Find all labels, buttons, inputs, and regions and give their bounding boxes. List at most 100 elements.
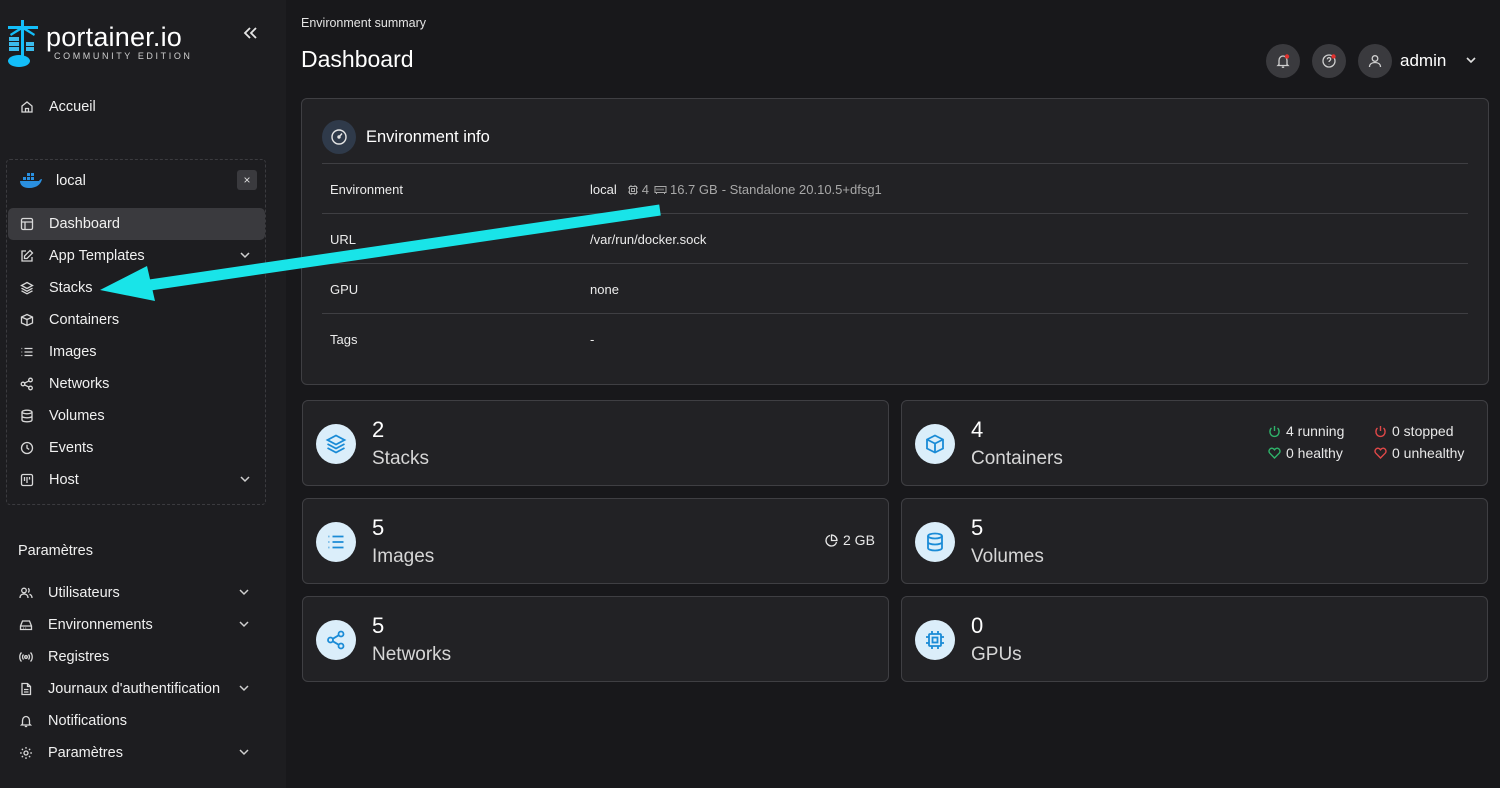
host-icon (20, 473, 34, 487)
sidebar-item-label: App Templates (49, 248, 145, 264)
brand-subtitle: COMMUNITY EDITION (54, 51, 193, 61)
chevron-down-icon[interactable] (238, 746, 250, 762)
cpu-icon (627, 184, 638, 195)
sidebar-item-notifications[interactable]: Notifications (7, 705, 264, 737)
sidebar-item-containers[interactable]: Containers (8, 304, 265, 336)
memory-icon (654, 185, 667, 194)
environment-name: local (56, 173, 86, 189)
settings-section-title: Paramètres (18, 543, 93, 559)
images-label: Images (372, 546, 435, 567)
sidebar-item-volumes[interactable]: Volumes (8, 400, 265, 432)
images-count: 5 (372, 515, 385, 540)
chevron-down-icon[interactable] (238, 586, 250, 602)
help-button[interactable] (1312, 44, 1346, 78)
user-avatar[interactable] (1358, 44, 1392, 78)
chevron-down-icon[interactable] (239, 249, 251, 265)
chevron-down-icon[interactable] (238, 618, 250, 634)
networks-card[interactable]: 5 Networks (302, 596, 889, 682)
sidebar-item-events[interactable]: Events (8, 432, 265, 464)
unhealthy-status: 0 unhealthy (1374, 445, 1464, 461)
sidebar-item-settings[interactable]: Paramètres (7, 737, 264, 769)
users-icon (19, 586, 33, 600)
share-icon (316, 620, 356, 660)
heart-icon (1268, 447, 1281, 459)
power-icon (1269, 425, 1280, 437)
user-icon (1368, 55, 1382, 68)
pie-chart-icon (825, 533, 838, 547)
list-icon (316, 522, 356, 562)
sidebar-item-networks[interactable]: Networks (8, 368, 265, 400)
info-row-gpu: GPU none (322, 263, 1468, 313)
gear-icon (19, 746, 33, 760)
images-card[interactable]: 5 Images 2 GB (302, 498, 889, 584)
hdd-icon (19, 618, 33, 632)
gauge-icon (322, 120, 356, 154)
sidebar-item-stacks[interactable]: Stacks (8, 272, 265, 304)
environment-header: local (19, 172, 86, 190)
volumes-card[interactable]: 5 Volumes (901, 498, 1488, 584)
stacks-count: 2 (372, 417, 385, 442)
sidebar-item-label: Accueil (49, 99, 96, 115)
layers-icon (316, 424, 356, 464)
environment-value: local (590, 182, 617, 197)
sidebar-item-label: Utilisateurs (48, 585, 120, 601)
sidebar-item-images[interactable]: Images (8, 336, 265, 368)
sidebar-item-users[interactable]: Utilisateurs (7, 577, 264, 609)
sidebar-item-dashboard[interactable]: Dashboard (8, 208, 265, 240)
edit-icon (20, 249, 34, 263)
running-status: 4 running (1268, 423, 1344, 439)
info-row-environment: Environment local 4 16.7 GB - Standalone… (322, 163, 1468, 213)
memory-size: 16.7 GB (669, 182, 718, 197)
stacks-card[interactable]: 2 Stacks (302, 400, 889, 486)
info-key: Tags (330, 332, 358, 347)
breadcrumb: Environment summary (301, 16, 427, 30)
unhealthy-count: 0 unhealthy (1392, 445, 1465, 461)
sidebar-item-app-templates[interactable]: App Templates (8, 240, 265, 272)
database-icon (20, 409, 34, 423)
list-icon (20, 345, 34, 359)
heart-icon (1374, 447, 1387, 459)
chevron-down-icon[interactable] (239, 473, 251, 489)
chevrons-left-icon (243, 27, 257, 39)
sidebar-item-label: Dashboard (49, 216, 120, 232)
info-key: URL (330, 232, 357, 247)
share-icon (20, 377, 34, 391)
chevron-down-icon[interactable] (238, 682, 250, 698)
sidebar-item-home[interactable]: Accueil (8, 91, 265, 123)
containers-card[interactable]: 4 Containers 4 running 0 stopped 0 healt… (901, 400, 1488, 486)
page-title: Dashboard (301, 46, 414, 72)
info-value: local 4 16.7 GB - Standalone 20.10.5+dfs… (590, 182, 882, 197)
stopped-status: 0 stopped (1374, 423, 1454, 439)
power-icon (1375, 425, 1386, 437)
environment-info-card: Environment info Environment local 4 16.… (301, 98, 1489, 385)
gpus-card[interactable]: 0 GPUs (901, 596, 1488, 682)
sidebar-item-label: Journaux d'authentification (48, 681, 221, 697)
sidebar-item-label: Events (49, 440, 94, 456)
sidebar-item-registries[interactable]: Registres (7, 641, 264, 673)
box-icon (915, 424, 955, 464)
sidebar-item-environments[interactable]: Environnements (7, 609, 264, 641)
running-count: 4 running (1286, 423, 1345, 439)
gpus-count: 0 (971, 613, 984, 638)
healthy-count: 0 healthy (1286, 445, 1343, 461)
notifications-button[interactable] (1266, 44, 1300, 78)
images-size: 2 GB (825, 532, 875, 548)
sidebar: portainer.io COMMUNITY EDITION Accueil l… (0, 0, 286, 788)
sidebar-item-label: Registres (48, 649, 110, 665)
sidebar-item-auth-logs[interactable]: Journaux d'authentification (7, 673, 264, 705)
user-name[interactable]: admin (1400, 51, 1446, 71)
sidebar-item-label: Volumes (49, 408, 105, 424)
dashboard-icon (20, 217, 34, 231)
file-icon (19, 682, 33, 696)
clock-icon (20, 441, 34, 455)
brand-logo[interactable]: portainer.io COMMUNITY EDITION (6, 20, 193, 68)
docker-icon (20, 173, 42, 188)
sidebar-item-host[interactable]: Host (8, 464, 265, 496)
sidebar-item-label: Stacks (49, 280, 93, 296)
close-environment-button[interactable]: × (237, 170, 257, 190)
environment-detail: - Standalone 20.10.5+dfsg1 (721, 182, 882, 197)
info-value: /var/run/docker.sock (590, 232, 707, 247)
chevron-down-icon[interactable] (1464, 53, 1478, 72)
collapse-sidebar-button[interactable] (238, 22, 262, 44)
main-content: Environment summary Dashboard admin Envi… (286, 0, 1500, 788)
